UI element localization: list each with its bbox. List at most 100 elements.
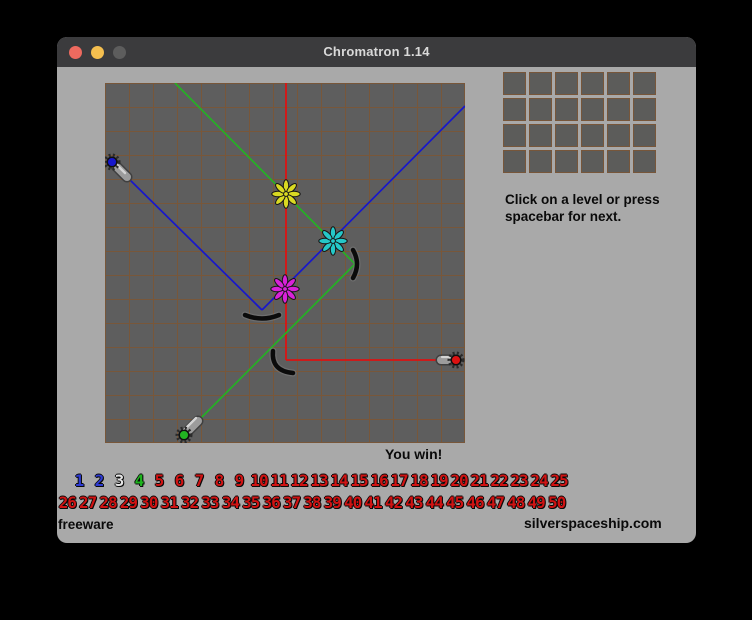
level-number[interactable]: 20 bbox=[449, 472, 469, 490]
level-cell[interactable] bbox=[555, 72, 578, 95]
level-number[interactable]: 33 bbox=[200, 494, 220, 512]
level-cell[interactable] bbox=[633, 72, 656, 95]
level-cell[interactable] bbox=[581, 124, 604, 147]
level-number[interactable]: 48 bbox=[506, 494, 526, 512]
flower-target-yellow[interactable] bbox=[272, 180, 300, 208]
level-number[interactable]: 6 bbox=[169, 472, 189, 490]
level-number[interactable]: 35 bbox=[241, 494, 261, 512]
level-cell[interactable] bbox=[581, 72, 604, 95]
level-number[interactable]: 18 bbox=[409, 472, 429, 490]
level-number[interactable]: 14 bbox=[329, 472, 349, 490]
level-number[interactable]: 15 bbox=[349, 472, 369, 490]
level-number[interactable]: 38 bbox=[302, 494, 322, 512]
level-number[interactable]: 44 bbox=[424, 494, 444, 512]
level-number[interactable]: 8 bbox=[209, 472, 229, 490]
level-number[interactable]: 32 bbox=[179, 494, 199, 512]
level-number[interactable]: 10 bbox=[249, 472, 269, 490]
level-number[interactable]: 47 bbox=[485, 494, 505, 512]
level-number[interactable]: 2 bbox=[89, 472, 109, 490]
level-number[interactable]: 29 bbox=[118, 494, 138, 512]
level-number[interactable]: 11 bbox=[269, 472, 289, 490]
level-cell[interactable] bbox=[581, 150, 604, 173]
level-number[interactable]: 36 bbox=[261, 494, 281, 512]
level-number[interactable]: 22 bbox=[489, 472, 509, 490]
level-cell[interactable] bbox=[529, 72, 552, 95]
app-window: Chromatron 1.14 bbox=[57, 37, 696, 543]
level-numbers-row-1: 1234567891011121314151617181920212223242… bbox=[69, 472, 569, 490]
level-cell[interactable] bbox=[607, 98, 630, 121]
zoom-button-disabled bbox=[113, 46, 126, 59]
level-cell[interactable] bbox=[503, 72, 526, 95]
level-cell[interactable] bbox=[633, 150, 656, 173]
level-number[interactable]: 25 bbox=[549, 472, 569, 490]
instruction-line-2: spacebar for next. bbox=[505, 208, 660, 225]
emitter-lens-red bbox=[451, 355, 461, 365]
level-cell[interactable] bbox=[555, 124, 578, 147]
level-cell[interactable] bbox=[529, 98, 552, 121]
flower-center bbox=[283, 287, 288, 292]
level-cell[interactable] bbox=[503, 98, 526, 121]
level-cell[interactable] bbox=[503, 150, 526, 173]
level-selector-grid[interactable] bbox=[503, 72, 656, 173]
level-number[interactable]: 39 bbox=[322, 494, 342, 512]
level-number[interactable]: 13 bbox=[309, 472, 329, 490]
level-number[interactable]: 31 bbox=[159, 494, 179, 512]
level-number[interactable]: 28 bbox=[98, 494, 118, 512]
level-cell[interactable] bbox=[607, 150, 630, 173]
level-number[interactable]: 43 bbox=[404, 494, 424, 512]
level-cell[interactable] bbox=[633, 98, 656, 121]
level-number[interactable]: 46 bbox=[465, 494, 485, 512]
level-number[interactable]: 19 bbox=[429, 472, 449, 490]
level-number[interactable]: 21 bbox=[469, 472, 489, 490]
level-number[interactable]: 3 bbox=[109, 472, 129, 490]
level-number[interactable]: 12 bbox=[289, 472, 309, 490]
mirror-blue-vertex[interactable] bbox=[245, 315, 279, 319]
flower-target-cyan[interactable] bbox=[319, 227, 347, 255]
level-cell[interactable] bbox=[555, 98, 578, 121]
level-number[interactable]: 23 bbox=[509, 472, 529, 490]
level-cell[interactable] bbox=[607, 124, 630, 147]
level-number[interactable]: 5 bbox=[149, 472, 169, 490]
level-cell[interactable] bbox=[503, 124, 526, 147]
level-cell[interactable] bbox=[581, 98, 604, 121]
level-number[interactable]: 7 bbox=[189, 472, 209, 490]
level-number[interactable]: 50 bbox=[546, 494, 566, 512]
instruction-line-1: Click on a level or press bbox=[505, 191, 660, 208]
level-cell[interactable] bbox=[529, 150, 552, 173]
level-number[interactable]: 26 bbox=[57, 494, 77, 512]
level-number[interactable]: 4 bbox=[129, 472, 149, 490]
level-number[interactable]: 16 bbox=[369, 472, 389, 490]
window-title: Chromatron 1.14 bbox=[57, 37, 696, 67]
close-button[interactable] bbox=[69, 46, 82, 59]
freeware-label: freeware bbox=[58, 517, 114, 532]
level-number[interactable]: 34 bbox=[220, 494, 240, 512]
mirror-green-vertex[interactable] bbox=[353, 250, 357, 278]
level-number[interactable]: 30 bbox=[139, 494, 159, 512]
minimize-button[interactable] bbox=[91, 46, 104, 59]
level-cell[interactable] bbox=[555, 150, 578, 173]
level-number[interactable]: 24 bbox=[529, 472, 549, 490]
level-number[interactable]: 45 bbox=[444, 494, 464, 512]
flower-center bbox=[331, 239, 336, 244]
level-number[interactable]: 17 bbox=[389, 472, 409, 490]
emitter-lens-green bbox=[179, 430, 189, 440]
level-numbers-row-2: 2627282930313233343536373839404142434445… bbox=[57, 494, 567, 512]
level-cell[interactable] bbox=[529, 124, 552, 147]
level-number[interactable]: 49 bbox=[526, 494, 546, 512]
flower-target-magenta[interactable] bbox=[271, 275, 299, 303]
status-message: You win! bbox=[385, 446, 442, 462]
website-link[interactable]: silverspaceship.com bbox=[524, 515, 662, 531]
level-number[interactable]: 37 bbox=[281, 494, 301, 512]
level-number[interactable]: 9 bbox=[229, 472, 249, 490]
level-number[interactable]: 1 bbox=[69, 472, 89, 490]
board-grid bbox=[105, 83, 465, 443]
level-number[interactable]: 27 bbox=[77, 494, 97, 512]
titlebar[interactable]: Chromatron 1.14 bbox=[57, 37, 696, 67]
level-number[interactable]: 42 bbox=[383, 494, 403, 512]
level-number[interactable]: 41 bbox=[363, 494, 383, 512]
level-number[interactable]: 40 bbox=[342, 494, 362, 512]
level-cell[interactable] bbox=[633, 124, 656, 147]
level-cell[interactable] bbox=[607, 72, 630, 95]
emitter-lens-blue bbox=[107, 157, 117, 167]
game-board[interactable] bbox=[105, 83, 465, 443]
